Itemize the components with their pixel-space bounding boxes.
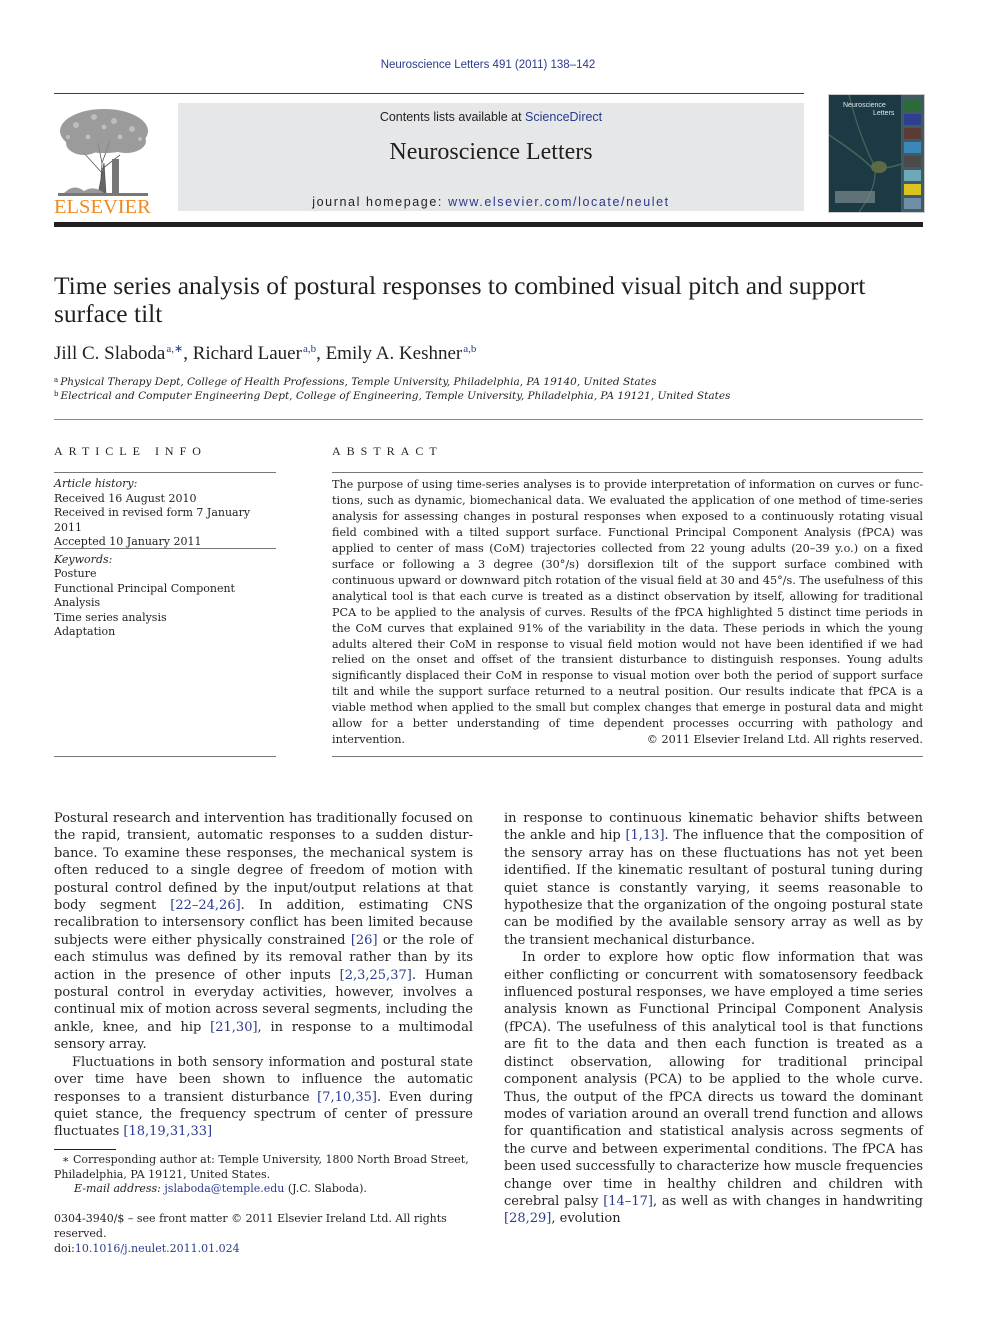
- cover-title-line1: Neuroscience: [843, 102, 886, 109]
- history-label: Article history:: [54, 477, 138, 490]
- citation-link[interactable]: [28,29]: [504, 1211, 551, 1226]
- header-thick-divider: [54, 222, 923, 227]
- cover-art-icon: Neuroscience Letters: [829, 95, 924, 212]
- history-item: Received 16 August 2010: [54, 491, 197, 505]
- body-text: In order to explore how optic flow infor…: [504, 950, 923, 1209]
- contents-prefix: Contents lists available at: [379, 110, 526, 124]
- front-matter: 0304-3940/$ – see front matter © 2011 El…: [54, 1211, 473, 1256]
- homepage-line: journal homepage: www.elsevier.com/locat…: [178, 195, 804, 209]
- author-name: Jill C. Slaboda: [54, 343, 166, 364]
- affiliation-mark: a: [54, 376, 59, 384]
- body-column-left: Postural research and intervention has t…: [54, 810, 473, 1141]
- keyword: Functional Principal Component Analysis: [54, 581, 235, 610]
- footnote-divider: [54, 1149, 116, 1150]
- journal-banner: Contents lists available at ScienceDirec…: [178, 103, 804, 211]
- corresponding-author-footnote: ∗ Corresponding author at: Temple Univer…: [54, 1153, 473, 1197]
- author-affiliation-marker[interactable]: a,b: [303, 343, 316, 355]
- author-name: Emily A. Keshner: [325, 343, 463, 364]
- keywords-label: Keywords:: [54, 553, 113, 566]
- body-column-right: in response to continuous kinematic beha…: [504, 810, 923, 1228]
- body-text: , evolution: [551, 1211, 621, 1227]
- body-paragraph: in response to continuous kinematic beha…: [504, 810, 923, 949]
- doi-line: doi:10.1016/j.neulet.2011.01.024: [54, 1241, 473, 1256]
- citation-link[interactable]: [2,3,25,37]: [340, 968, 412, 983]
- article-info-bottom-divider: [54, 756, 276, 757]
- abstract-text: The purpose of using time-series analyse…: [332, 478, 923, 747]
- homepage-link[interactable]: www.elsevier.com/locate/neulet: [448, 195, 670, 209]
- body-text: . The influence that the composition of …: [504, 828, 923, 948]
- journal-cover-image: Neuroscience Letters: [828, 94, 925, 213]
- citation-link[interactable]: [26]: [351, 933, 378, 948]
- doi-link[interactable]: 10.1016/j.neulet.2011.01.024: [75, 1242, 240, 1255]
- affiliation-divider: [54, 419, 923, 420]
- citation-link[interactable]: [22–24,26]: [170, 898, 240, 913]
- citation-link[interactable]: [1,13]: [625, 828, 664, 843]
- body-paragraph: Postural research and intervention has t…: [54, 810, 473, 1054]
- abstract-heading: ABSTRACT: [332, 444, 443, 458]
- journal-name: Neuroscience Letters: [389, 139, 593, 165]
- email-line: E-mail address: jslaboda@temple.edu (J.C…: [54, 1182, 473, 1197]
- keyword: Adaptation: [54, 625, 116, 639]
- homepage-prefix: journal homepage:: [312, 195, 449, 209]
- body-text: , as well as with changes in handwriting: [652, 1193, 923, 1209]
- sciencedirect-link[interactable]: ScienceDirect: [525, 110, 602, 124]
- keywords: Keywords: Posture Functional Principal C…: [54, 553, 276, 639]
- keywords-divider: [54, 548, 276, 549]
- elsevier-tree-icon: ELSEVIER: [54, 109, 151, 218]
- body-paragraph: Fluctuations in both sensory information…: [54, 1054, 473, 1141]
- email-suffix: (J.C. Slaboda).: [284, 1182, 367, 1196]
- article-info-heading: ARTICLE INFO: [54, 444, 207, 458]
- author-list: Jill C. Slabodaa,∗, Richard Lauera,b, Em…: [54, 343, 477, 364]
- author-affiliation-marker[interactable]: a,∗: [166, 343, 183, 355]
- affiliation-text: Physical Therapy Dept, College of Health…: [60, 376, 657, 388]
- affiliation-mark: b: [54, 390, 59, 398]
- email-label: E-mail address:: [74, 1182, 161, 1196]
- doi-prefix: doi:: [54, 1242, 75, 1255]
- abstract-divider: [332, 472, 923, 473]
- header-divider: [54, 93, 804, 94]
- article-title: Time series analysis of postural respons…: [54, 271, 866, 328]
- affiliation-b: b Electrical and Computer Engineering Dep…: [54, 390, 730, 402]
- citation-link[interactable]: [7,10,35]: [317, 1090, 377, 1105]
- affiliation-a: a Physical Therapy Dept, College of Healt…: [54, 376, 656, 388]
- article-info-divider: [54, 472, 276, 473]
- citation-link[interactable]: [21,30]: [210, 1020, 257, 1035]
- history-item: Received in revised form 7 January 2011: [54, 506, 251, 534]
- abstract-bottom-divider: [332, 756, 923, 757]
- citation-link[interactable]: [14–17]: [603, 1194, 653, 1209]
- journal-citation[interactable]: Neuroscience Letters 491 (2011) 138–142: [0, 59, 976, 71]
- body-paragraph: In order to explore how optic flow infor…: [504, 949, 923, 1228]
- cover-title-line2: Letters: [873, 110, 895, 117]
- contents-line: Contents lists available at ScienceDirec…: [178, 110, 804, 124]
- abstract-copyright: © 2011 Elsevier Ireland Ltd. All rights …: [646, 733, 923, 746]
- keyword: Posture: [54, 567, 97, 581]
- citation-link[interactable]: [18,19,31,33]: [123, 1124, 212, 1139]
- elsevier-logo: ELSEVIER: [54, 103, 154, 218]
- corresponding-author-text: ∗ Corresponding author at: Temple Univer…: [54, 1153, 469, 1181]
- issn-copyright: 0304-3940/$ – see front matter © 2011 El…: [54, 1212, 447, 1240]
- author-name: Richard Lauer: [192, 343, 302, 364]
- article-history: Article history: Received 16 August 2010…: [54, 477, 276, 550]
- author-affiliation-marker[interactable]: a,b: [463, 343, 476, 355]
- email-link[interactable]: jslaboda@temple.edu: [164, 1182, 284, 1195]
- keyword: Time series analysis: [54, 610, 167, 624]
- elsevier-wordmark: ELSEVIER: [54, 196, 151, 215]
- affiliation-text: Electrical and Computer Engineering Dept…: [60, 390, 731, 402]
